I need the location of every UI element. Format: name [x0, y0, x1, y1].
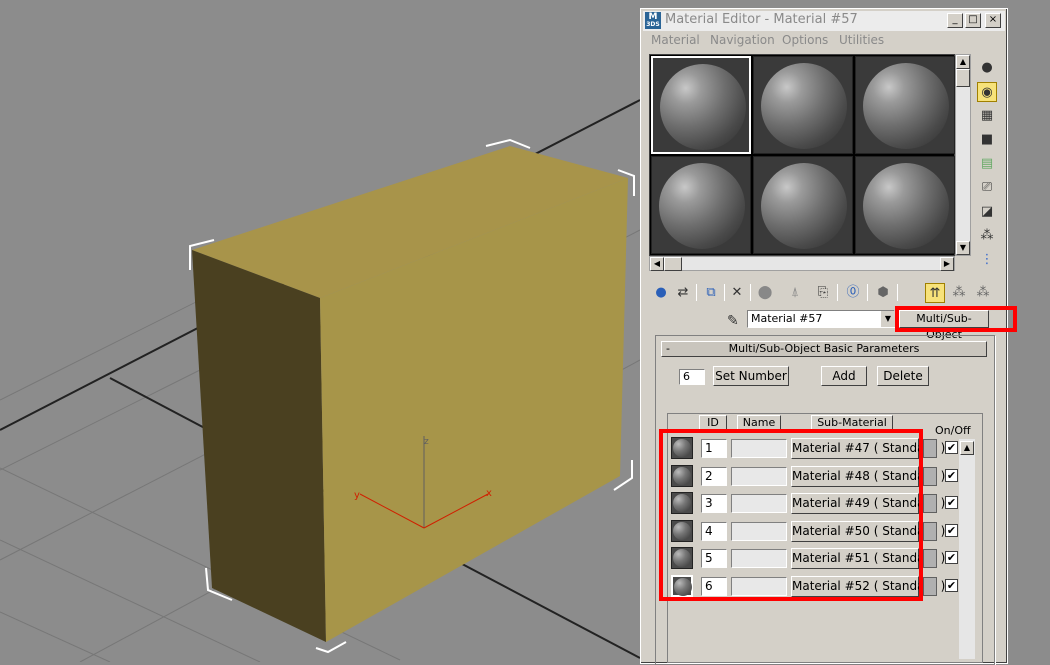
sample-slot-2[interactable]: [753, 56, 853, 154]
hscroll-thumb[interactable]: [664, 257, 682, 271]
submaterial-on-checkbox[interactable]: ✔: [945, 469, 958, 482]
window-title: Material Editor - Material #57: [665, 12, 858, 27]
pick-material-eyedropper-icon[interactable]: ✎: [727, 313, 739, 329]
select-by-material-icon[interactable]: ⁂: [977, 226, 997, 246]
menu-material[interactable]: Material: [651, 33, 700, 47]
submaterial-list-scrollbar[interactable]: ▲: [959, 439, 975, 659]
submaterial-color-swatch[interactable]: [923, 467, 937, 486]
menu-navigation[interactable]: Navigation: [710, 33, 775, 47]
maximize-button[interactable]: □: [965, 13, 981, 28]
get-material-icon[interactable]: ●: [651, 283, 671, 303]
material-name-field[interactable]: Material #57: [747, 310, 895, 328]
set-number-button[interactable]: Set Number: [713, 366, 789, 386]
scroll-left-arrow-icon[interactable]: ◀: [650, 257, 664, 271]
sample-uv-tiling-icon[interactable]: ■: [977, 130, 997, 150]
toolbar-separator: [724, 284, 725, 301]
perspective-viewport[interactable]: z y x: [0, 0, 640, 662]
material-toolbar: ● ⇄ ⧉ ✕ ⬤ ⍋ ⎘ ⓪ ⬢ ⇈ ⁂ ⁂: [649, 281, 997, 303]
app-icon-badge: 3DS: [646, 21, 660, 28]
background-checker-icon[interactable]: ▦: [977, 106, 997, 126]
options-icon[interactable]: ◪: [977, 202, 997, 222]
sample-slots: [649, 54, 955, 256]
highlight-type-button: [895, 306, 1017, 332]
submaterial-color-swatch[interactable]: [923, 522, 937, 541]
material-count-field[interactable]: 6: [679, 369, 705, 385]
sample-sphere: [659, 163, 745, 249]
gizmo-y-label: y: [354, 490, 360, 501]
make-preview-icon[interactable]: ⎚: [977, 178, 997, 198]
reset-map-icon[interactable]: ✕: [727, 283, 747, 303]
viewport-scene: z y x: [0, 99, 640, 662]
sample-sphere: [761, 163, 847, 249]
rollout-header[interactable]: - Multi/Sub-Object Basic Parameters: [661, 341, 987, 357]
material-effects-channel-icon[interactable]: ⎘: [813, 283, 833, 303]
box-left-face: [192, 250, 326, 642]
show-map-icon[interactable]: ⓪: [843, 283, 863, 303]
gizmo-x-label: x: [486, 488, 492, 499]
menu-utilities[interactable]: Utilities: [839, 33, 884, 47]
submaterial-color-swatch[interactable]: [923, 577, 937, 596]
video-color-check-icon[interactable]: ▤: [977, 154, 997, 174]
highlight-submaterial-list: [659, 429, 923, 601]
sample-slot-4[interactable]: [651, 156, 751, 254]
toolbar-separator: [750, 284, 751, 301]
submaterial-on-checkbox[interactable]: ✔: [945, 441, 958, 454]
sample-slot-3[interactable]: [855, 56, 955, 154]
submaterial-on-checkbox[interactable]: ✔: [945, 524, 958, 537]
material-editor-window[interactable]: M 3DS Material Editor - Material #57 _ □…: [640, 8, 1017, 665]
go-forward-sibling-icon[interactable]: ⁂: [949, 283, 969, 303]
submaterial-on-checkbox[interactable]: ✔: [945, 579, 958, 592]
delete-button[interactable]: Delete: [877, 366, 929, 386]
scroll-up-arrow-icon[interactable]: ▲: [956, 55, 970, 69]
toolbar-separator: [897, 284, 898, 301]
submaterial-color-swatch[interactable]: [923, 439, 937, 458]
add-button[interactable]: Add: [821, 366, 867, 386]
sample-slot-1[interactable]: [651, 56, 751, 154]
menu-options[interactable]: Options: [782, 33, 828, 47]
show-end-result-icon[interactable]: ⬢: [873, 283, 893, 303]
scroll-right-arrow-icon[interactable]: ▶: [940, 257, 954, 271]
go-to-parent-icon[interactable]: ⇈: [925, 283, 945, 303]
sample-type-sphere-icon[interactable]: ●: [977, 58, 997, 78]
sample-sphere: [660, 64, 746, 150]
sample-slot-6[interactable]: [855, 156, 955, 254]
toolbar-separator: [867, 284, 868, 301]
scroll-thumb[interactable]: [956, 69, 970, 87]
rollout-title: Multi/Sub-Object Basic Parameters: [728, 342, 920, 355]
close-button[interactable]: ×: [985, 13, 1001, 28]
scroll-up-arrow-icon[interactable]: ▲: [960, 441, 974, 455]
submaterial-on-checkbox[interactable]: ✔: [945, 496, 958, 509]
make-unique-icon[interactable]: ⬤: [755, 283, 775, 303]
slots-vertical-scrollbar[interactable]: ▲ ▼: [955, 54, 971, 256]
menu-bar: Material Navigation Options Utilities: [643, 31, 1005, 49]
toolbar-separator: [696, 284, 697, 301]
submaterial-on-checkbox[interactable]: ✔: [945, 551, 958, 564]
slots-horizontal-scrollbar[interactable]: ◀ ▶: [649, 256, 955, 271]
put-to-scene-icon[interactable]: ⇄: [673, 283, 693, 303]
sample-sphere: [863, 163, 949, 249]
scroll-down-arrow-icon[interactable]: ▼: [956, 241, 970, 255]
minimize-button[interactable]: _: [947, 13, 963, 28]
submaterial-color-swatch[interactable]: [923, 494, 937, 513]
sample-sphere: [863, 63, 949, 149]
rollout-collapse-icon[interactable]: -: [666, 342, 670, 356]
backlight-icon[interactable]: ◉: [977, 82, 997, 102]
put-to-library-icon[interactable]: ⍋: [785, 283, 805, 303]
title-bar[interactable]: M 3DS Material Editor - Material #57 _ □…: [643, 11, 1005, 31]
sample-slot-5[interactable]: [753, 156, 853, 254]
sample-sphere: [761, 63, 847, 149]
select-by-material-toolbar-icon[interactable]: ⁂: [973, 283, 993, 303]
material-map-navigator-icon[interactable]: ⋮: [977, 250, 997, 270]
toolbar-separator: [837, 284, 838, 301]
gizmo-z-label: z: [424, 437, 429, 447]
submaterial-color-swatch[interactable]: [923, 549, 937, 568]
chevron-down-icon[interactable]: ▼: [881, 311, 895, 327]
assign-to-selection-icon[interactable]: ⧉: [701, 283, 721, 303]
app-icon: M 3DS: [645, 12, 661, 29]
